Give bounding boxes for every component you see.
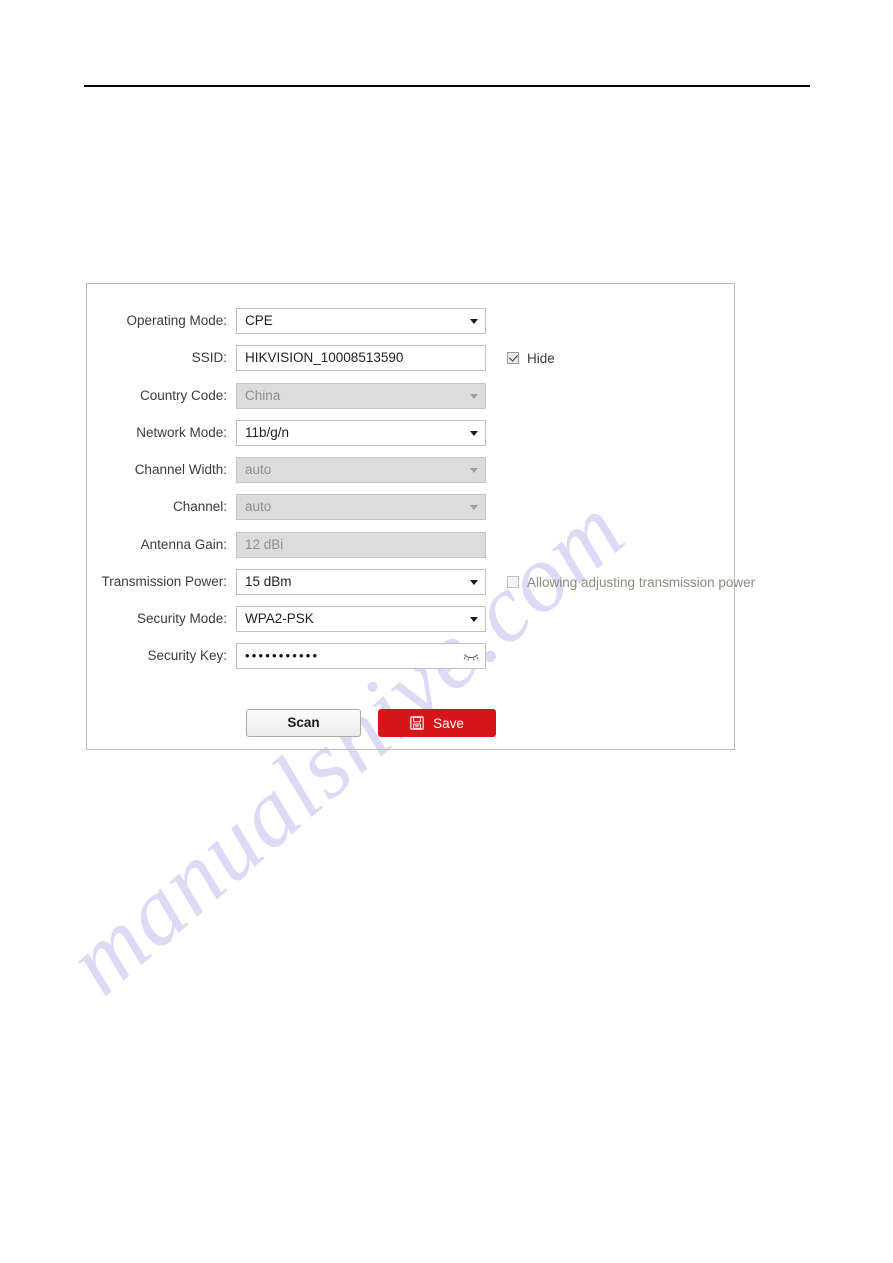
checkbox-allow-adjust-power[interactable]: [507, 576, 519, 588]
scan-button[interactable]: Scan: [246, 709, 361, 737]
label-ssid: SSID:: [191, 350, 227, 365]
select-channel-width: auto: [236, 457, 486, 483]
input-security-key[interactable]: •••••••••••: [236, 643, 486, 669]
save-button-label: Save: [433, 715, 464, 731]
field-wrap-channel-width: auto: [236, 457, 486, 483]
field-row-network-mode: Network Mode: 11b/g/n: [87, 420, 734, 446]
field-row-security-key: Security Key: •••••••••••: [87, 643, 734, 669]
field-wrap-antenna-gain: 12 dBi: [236, 532, 486, 558]
checkbox-row-hide-ssid[interactable]: Hide: [507, 345, 555, 371]
select-network-mode[interactable]: 11b/g/n: [236, 420, 486, 446]
field-wrap-country-code: China: [236, 383, 486, 409]
select-operating-mode[interactable]: CPE: [236, 308, 486, 334]
select-transmission-power[interactable]: 15 dBm: [236, 569, 486, 595]
page-header-rule: [84, 85, 810, 87]
field-wrap-operating-mode: CPE: [236, 308, 486, 334]
label-network-mode: Network Mode:: [136, 425, 227, 440]
field-row-channel-width: Channel Width: auto: [87, 457, 734, 483]
select-country-code: China: [236, 383, 486, 409]
checkbox-hide-ssid[interactable]: [507, 352, 519, 364]
label-security-key: Security Key:: [147, 648, 227, 663]
field-wrap-channel: auto: [236, 494, 486, 520]
label-security-mode: Security Mode:: [136, 611, 227, 626]
select-channel: auto: [236, 494, 486, 520]
label-channel-width: Channel Width:: [134, 462, 227, 477]
checkbox-label-hide-ssid: Hide: [527, 350, 555, 366]
field-wrap-security-mode: WPA2-PSK: [236, 606, 486, 632]
label-antenna-gain: Antenna Gain:: [140, 537, 227, 552]
field-row-channel: Channel: auto: [87, 494, 734, 520]
field-row-security-mode: Security Mode: WPA2-PSK: [87, 606, 734, 632]
field-wrap-network-mode: 11b/g/n: [236, 420, 486, 446]
field-row-transmission-power: Transmission Power: 15 dBm Allowing adju…: [87, 569, 755, 595]
label-transmission-power: Transmission Power:: [101, 574, 227, 589]
label-channel: Channel:: [172, 499, 227, 514]
field-row-antenna-gain: Antenna Gain: 12 dBi: [87, 532, 734, 558]
wireless-settings-panel: Operating Mode: CPE SSID: HIKVISION_1000…: [86, 283, 755, 750]
checkbox-row-allow-adjust-power[interactable]: Allowing adjusting transmission power: [507, 569, 755, 595]
field-wrap-security-key: •••••••••••: [236, 643, 486, 669]
field-row-ssid: SSID: HIKVISION_10008513590 Hide: [87, 345, 734, 371]
select-security-mode[interactable]: WPA2-PSK: [236, 606, 486, 632]
input-antenna-gain: 12 dBi: [236, 532, 486, 558]
input-ssid[interactable]: HIKVISION_10008513590: [236, 345, 486, 371]
field-wrap-transmission-power: 15 dBm: [236, 569, 486, 595]
floppy-disk-icon: [410, 716, 424, 730]
checkbox-label-allow-adjust-power: Allowing adjusting transmission power: [527, 574, 756, 590]
field-row-operating-mode: Operating Mode: CPE: [87, 308, 734, 334]
field-row-country-code: Country Code: China: [87, 383, 734, 409]
label-operating-mode: Operating Mode:: [126, 313, 227, 328]
field-wrap-ssid: HIKVISION_10008513590: [236, 345, 486, 371]
label-country-code: Country Code:: [139, 388, 227, 403]
save-button[interactable]: Save: [378, 709, 496, 737]
